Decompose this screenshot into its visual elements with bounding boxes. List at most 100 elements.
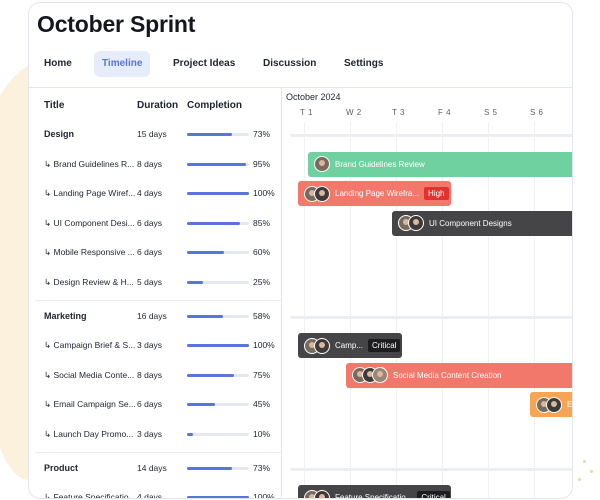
row-duration: 4 days [137, 188, 163, 199]
row-title: Marketing [44, 310, 87, 321]
group-timeline-line [290, 134, 572, 137]
gantt-bar[interactable]: Brand Guidelines Review [308, 151, 572, 177]
completion-bar [187, 221, 249, 225]
gantt-bar[interactable]: Camp... Critical [298, 333, 402, 359]
group-timeline-line [290, 467, 572, 471]
row-duration: 6 days [137, 217, 163, 228]
timeline-gridline [396, 122, 397, 498]
row-duration: 8 days [137, 369, 163, 380]
priority-tag: High [424, 187, 449, 201]
gantt-bar[interactable]: UI Component Designs [392, 210, 572, 236]
row-completion: 100% [253, 188, 275, 199]
completion-bar [187, 162, 249, 166]
completion-bar-fill [187, 281, 203, 284]
gantt-bar-label: Landing Page Wirefra... [335, 189, 420, 199]
completion-bar [187, 281, 249, 284]
row-duration: 15 days [137, 129, 167, 139]
tab-timeline[interactable]: Timeline [94, 51, 151, 77]
row-duration: 16 days [137, 310, 167, 321]
gantt-bar[interactable]: Social Media Content Creation [346, 362, 572, 388]
table-row[interactable]: ↳ UI Component Desi... 6 days 85% [29, 209, 281, 238]
timeline-day-label: W 2 [346, 108, 362, 117]
table-row[interactable]: ↳ Email Campaign Se... 6 days 45% [29, 390, 281, 419]
group-divider [35, 451, 281, 453]
row-title: ↳ Launch Day Promo... [44, 429, 134, 439]
row-completion: 58% [253, 310, 271, 321]
table-row[interactable]: ↳ Design Review & H... 5 days 25% [29, 268, 281, 297]
row-title: ↳ UI Component Desi... [44, 217, 135, 228]
tab-project-ideas[interactable]: Project Ideas [165, 51, 243, 77]
table-row[interactable]: ↳ Launch Day Promo... 3 days 10% [29, 420, 281, 449]
completion-bar [187, 496, 249, 498]
row-title: ↳ Landing Page Wiref... [44, 188, 136, 199]
timeline-gridline [534, 122, 535, 498]
column-header-duration: Duration [137, 100, 179, 111]
gantt-bar-label: Camp... [335, 341, 364, 351]
row-duration: 8 days [137, 158, 163, 169]
completion-bar [187, 344, 249, 348]
assignee-avatars [304, 185, 330, 202]
row-title: Product [44, 462, 79, 473]
assignee-avatars [314, 156, 330, 173]
row-completion: 95% [253, 158, 271, 169]
row-title: ↳ Mobile Responsive ... [44, 247, 135, 258]
tab-home[interactable]: Home [36, 51, 80, 77]
decor-dot [578, 478, 581, 481]
tab-settings[interactable]: Settings [336, 51, 391, 77]
completion-bar [187, 133, 249, 136]
completion-bar-fill [187, 314, 223, 318]
timeline-panel: October 2024 T 1 W 2 T 3 F 4 S 5 S 6 Brand Gui… [282, 88, 573, 498]
table-row[interactable]: ↳ Campaign Brief & S... 3 days 100% [29, 331, 281, 360]
assignee-avatars [352, 367, 388, 384]
row-title: ↳ Social Media Conte... [44, 369, 135, 380]
completion-bar-fill [187, 433, 194, 436]
gantt-bar[interactable]: Feature Specificatio... Critical [298, 485, 451, 498]
avatar [372, 367, 388, 384]
table-row[interactable]: ↳ Brand Guidelines R... 8 days 95% [29, 150, 281, 179]
avatar [408, 215, 424, 232]
avatar [314, 489, 330, 498]
sprint-card: October Sprint Home Timeline Project Ide… [28, 2, 573, 499]
row-duration: 4 days [137, 492, 163, 499]
row-title: ↳ Campaign Brief & S... [44, 340, 136, 351]
completion-bar-fill [187, 221, 240, 225]
table-row[interactable]: ↳ Social Media Conte... 8 days 75% [29, 361, 281, 390]
assignee-avatars [304, 489, 330, 498]
timeline-gridline [488, 122, 489, 498]
table-row[interactable]: ↳ Landing Page Wiref... 4 days 100% [29, 179, 281, 208]
gantt-bar[interactable]: Landing Page Wirefra... High [298, 181, 451, 207]
avatar [314, 156, 330, 173]
timeline-day-label: S 6 [530, 108, 544, 117]
completion-bar-fill [187, 162, 246, 166]
group-row[interactable]: Marketing 16 days 58% [29, 302, 281, 331]
row-completion: 73% [253, 129, 271, 139]
timeline-day-label: F 4 [438, 108, 452, 117]
row-title: ↳ Brand Guidelines R... [44, 158, 135, 169]
gantt-bar-label: Social Media Content Creation [393, 370, 502, 380]
table-row[interactable]: ↳ Mobile Responsive ... 6 days 60% [29, 238, 281, 267]
completion-bar-fill [187, 344, 249, 348]
row-completion: 45% [253, 399, 271, 410]
row-duration: 3 days [137, 340, 163, 351]
nav-tabs: Home Timeline Project Ideas Discussion S… [29, 49, 572, 79]
group-row[interactable]: Design 15 days 73% [29, 120, 281, 149]
row-duration: 5 days [137, 277, 163, 287]
tab-discussion[interactable]: Discussion [255, 51, 324, 77]
gantt-bar-label: Em [567, 400, 573, 410]
gantt-bar[interactable]: Em [530, 392, 573, 418]
row-duration: 6 days [137, 247, 163, 258]
completion-bar-fill [187, 496, 249, 498]
row-completion: 73% [253, 462, 271, 473]
completion-bar [187, 433, 249, 436]
timeline-day-label: S 5 [484, 108, 498, 117]
row-duration: 3 days [137, 429, 163, 439]
row-completion: 85% [253, 217, 271, 228]
priority-tag: Critical [368, 339, 401, 353]
avatar [314, 337, 330, 354]
completion-bar-fill [187, 251, 225, 255]
table-row[interactable]: ↳ Feature Specificatio... 4 days 100% [29, 483, 281, 499]
completion-bar-fill [187, 466, 233, 470]
gantt-bar-label: UI Component Designs [429, 218, 512, 228]
assignee-avatars [304, 337, 330, 354]
group-row[interactable]: Product 14 days 73% [29, 454, 281, 483]
